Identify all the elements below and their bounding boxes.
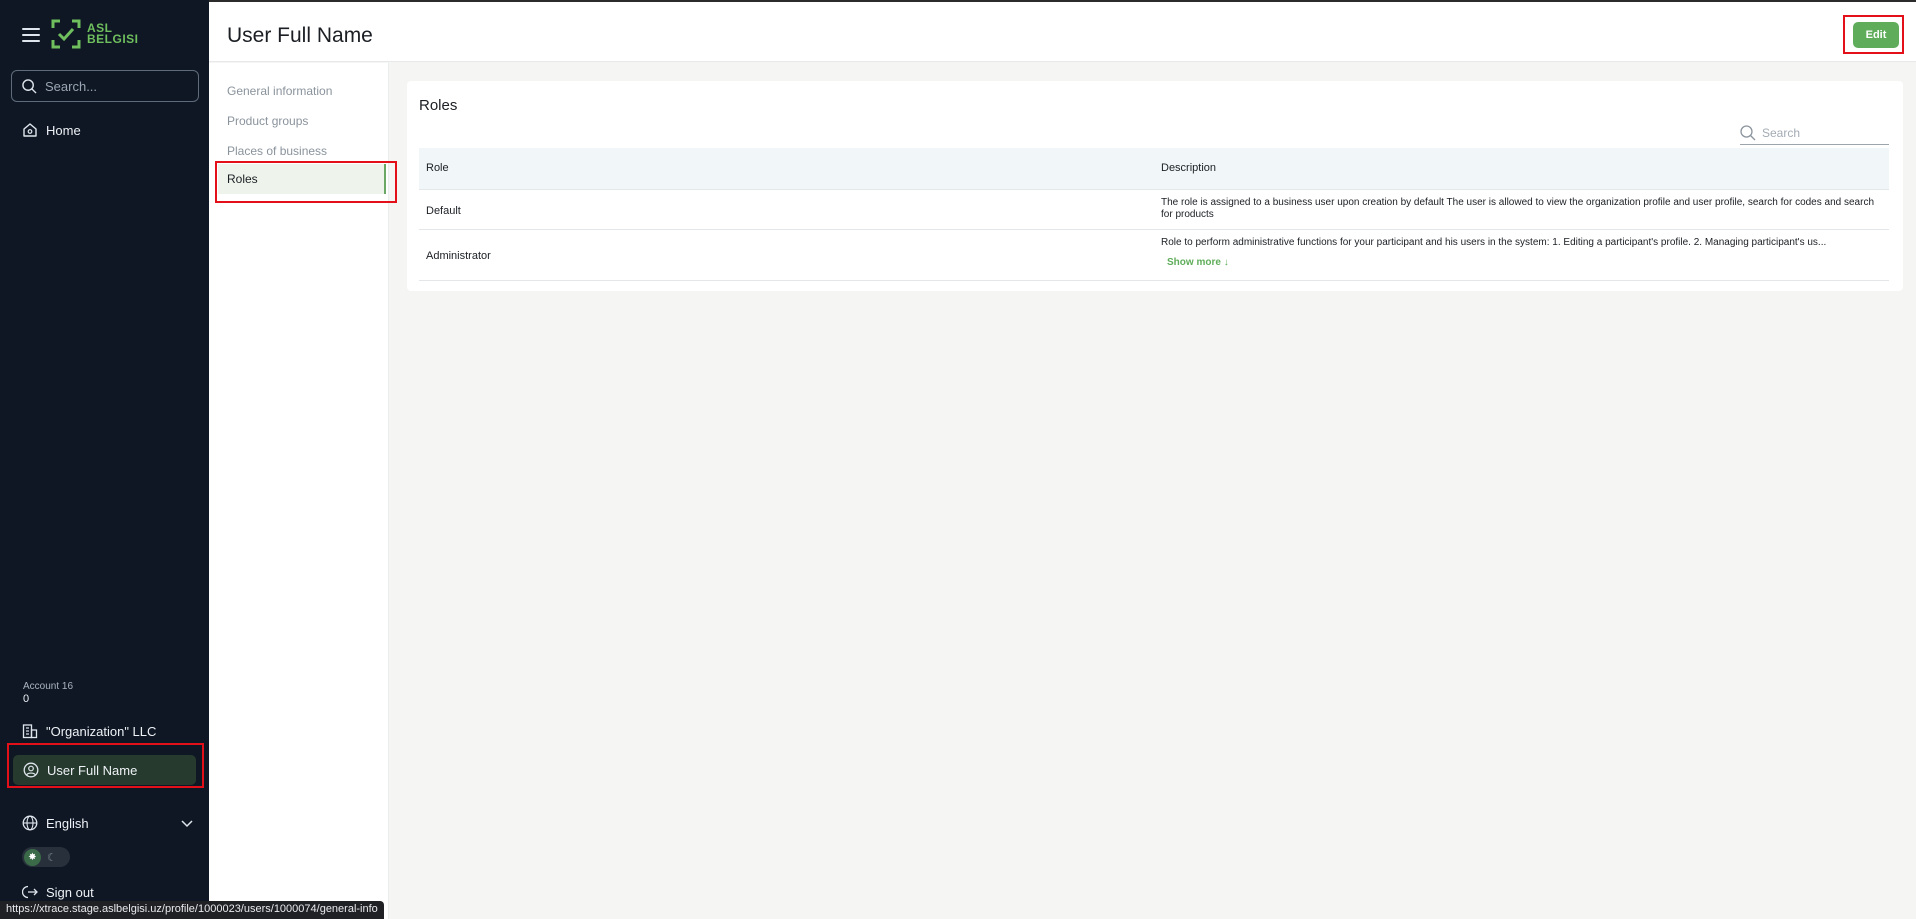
role-cell: Default [426,205,461,217]
globe-icon [22,815,38,831]
roles-search-input[interactable] [1762,125,1882,140]
roles-search[interactable] [1740,121,1889,145]
column-header-description[interactable]: Description [1161,162,1216,174]
table-row[interactable]: Default The role is assigned to a busine… [419,190,1889,230]
logo-mark-icon [51,19,81,49]
theme-toggle[interactable]: ✸ ☾ [22,847,70,867]
status-bar-url: https://xtrace.stage.aslbelgisi.uz/profi… [0,901,384,919]
sidebar-item-home[interactable]: Home [22,122,81,138]
subnav-item-places-of-business[interactable]: Places of business [227,144,327,158]
highlight-roles-tab [215,161,397,203]
search-icon [1740,124,1756,140]
sun-icon: ✸ [24,848,41,866]
roles-card: Roles Role Description Default The role … [407,81,1903,291]
show-more-link[interactable]: Show more ↓ [1167,257,1229,268]
search-icon [22,78,37,94]
sidebar-search-input[interactable] [45,78,185,94]
highlight-edit-button [1843,15,1904,54]
logo[interactable]: ASL BELGISI [51,19,139,49]
sidebar-item-label: "Organization" LLC [46,723,157,739]
description-cell: Role to perform administrative functions… [1161,237,1827,248]
logo-text: ASL BELGISI [87,21,139,46]
roles-table-header: Role Description [419,148,1889,190]
sidebar-item-organization[interactable]: "Organization" LLC [22,723,156,739]
table-row[interactable]: Administrator Role to perform administra… [419,230,1889,281]
page-header: User Full Name Edit [209,2,1916,62]
language-selector[interactable]: English [22,815,194,831]
description-cell: The role is assigned to a business user … [1161,197,1875,220]
hamburger-menu-icon[interactable] [22,28,40,42]
arrow-down-icon: ↓ [1223,257,1229,268]
moon-icon: ☾ [47,851,57,864]
sign-out-icon [22,885,38,899]
roles-title: Roles [419,97,458,114]
subnav-item-general-information[interactable]: General information [227,84,332,98]
sidebar-item-label: Sign out [46,884,94,900]
sidebar-search[interactable] [11,70,199,102]
account-value: 0 [23,693,30,705]
language-label: English [46,815,89,831]
subnav-item-product-groups[interactable]: Product groups [227,114,308,128]
sidebar-item-signout[interactable]: Sign out [22,884,94,900]
page-title: User Full Name [227,24,373,47]
sidebar-item-label: Home [46,122,81,138]
highlight-user-item [7,743,204,788]
account-info: Account 16 0 [23,680,73,706]
column-header-role[interactable]: Role [426,162,449,174]
home-icon [23,123,37,137]
account-label: Account 16 [23,681,74,692]
chevron-down-icon [181,820,193,828]
building-icon [22,724,38,739]
role-cell: Administrator [426,250,491,262]
